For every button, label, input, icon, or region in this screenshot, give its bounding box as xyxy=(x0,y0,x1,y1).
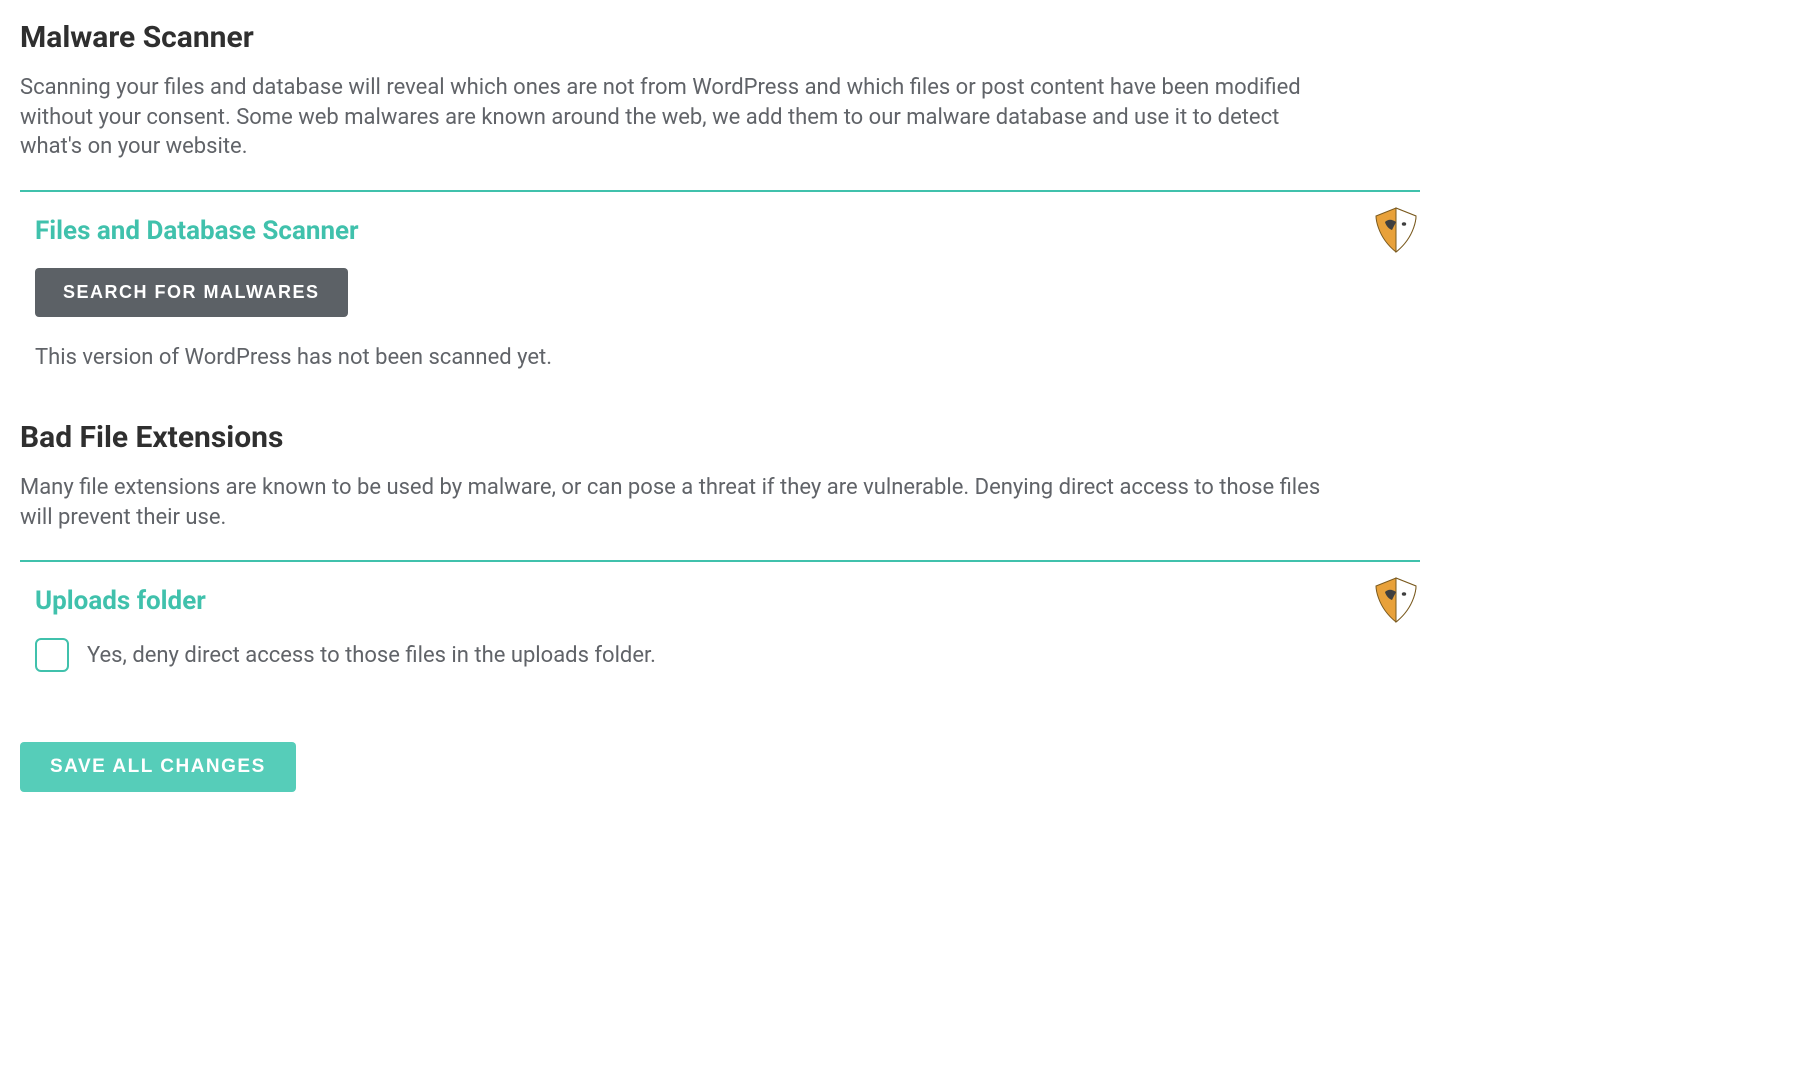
deny-access-checkbox-label: Yes, deny direct access to those files i… xyxy=(87,643,656,668)
section-divider xyxy=(20,560,1420,562)
shield-icon xyxy=(1372,576,1420,626)
search-malwares-button[interactable]: SEARCH FOR MALWARES xyxy=(35,268,348,317)
save-all-changes-button[interactable]: SAVE ALL CHANGES xyxy=(20,742,296,792)
bad-file-extensions-heading: Bad File Extensions xyxy=(20,420,1420,455)
deny-access-option: Yes, deny direct access to those files i… xyxy=(35,638,1420,672)
deny-access-checkbox[interactable] xyxy=(35,638,69,672)
uploads-folder-panel: Uploads folder Yes, deny direct access t… xyxy=(20,586,1420,672)
section-divider xyxy=(20,190,1420,192)
files-database-scanner-panel: Files and Database Scanner SEARCH FOR MA… xyxy=(20,216,1420,370)
malware-scanner-description: Scanning your files and database will re… xyxy=(20,73,1330,162)
shield-icon xyxy=(1372,206,1420,256)
uploads-folder-heading: Uploads folder xyxy=(35,586,1420,616)
malware-scanner-heading: Malware Scanner xyxy=(20,20,1420,55)
files-database-scanner-heading: Files and Database Scanner xyxy=(35,216,1420,246)
scan-status-text: This version of WordPress has not been s… xyxy=(35,345,1420,370)
bad-file-extensions-description: Many file extensions are known to be use… xyxy=(20,473,1330,532)
